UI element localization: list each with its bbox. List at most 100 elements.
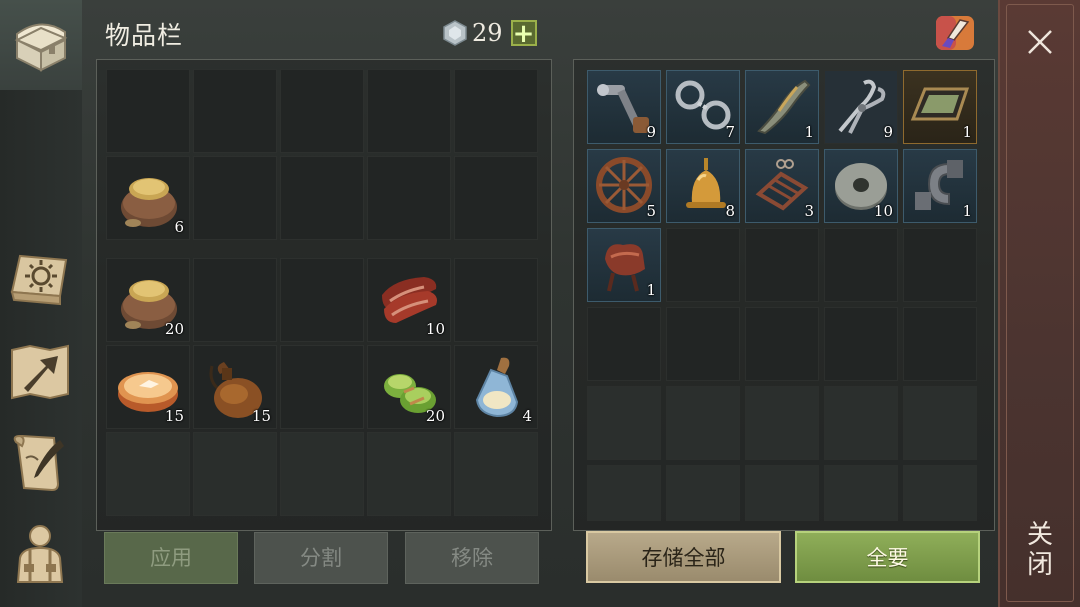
item-count: 9 [646,123,656,141]
storage-slot[interactable]: 1 [587,228,661,302]
close-icon[interactable] [1026,28,1054,56]
inventory-slot[interactable] [367,156,451,240]
inventory-slot[interactable] [106,69,190,153]
storage-slot[interactable]: 10 [824,149,898,223]
storage-slot[interactable]: 5 [587,149,661,223]
inventory-slot[interactable] [193,432,277,516]
inventory-slot[interactable]: 10 [367,258,451,342]
storage-slot[interactable] [745,465,819,521]
inventory-slot[interactable] [193,258,277,342]
nav-journal-tab[interactable] [6,428,74,496]
inventory-slot[interactable] [280,156,364,240]
storage-slot[interactable]: 3 [745,149,819,223]
close-panel[interactable]: 关闭 [998,0,1080,607]
inventory-slot[interactable]: 4 [454,345,538,429]
nav-character-tab[interactable] [6,520,74,588]
storage-panel: 9 7 1 9 1 5 8 3 10 1 1 [573,59,995,531]
storage-slot[interactable] [587,307,661,381]
split-button[interactable]: 分割 [254,532,388,584]
storage-slot[interactable] [587,386,661,460]
chest-icon [14,23,68,72]
inventory-slot[interactable] [280,345,364,429]
inventory-slot[interactable]: 15 [193,345,277,429]
map-arrow-icon [11,344,69,400]
item-count: 10 [425,320,445,338]
storage-slot[interactable] [903,307,977,381]
item-count: 1 [646,281,656,299]
storage-slot[interactable] [824,386,898,460]
item-count: 15 [164,407,184,425]
remove-button[interactable]: 移除 [405,532,539,584]
item-count: 6 [174,218,184,236]
storage-slot[interactable]: 8 [666,149,740,223]
storage-slot[interactable] [666,228,740,302]
storage-slot[interactable] [666,386,740,460]
inventory-slot[interactable] [193,156,277,240]
inventory-slot[interactable] [280,69,364,153]
quill-scroll-icon [13,434,64,492]
store-all-button[interactable]: 存储全部 [586,531,781,583]
inventory-slot[interactable] [280,432,364,516]
currency-value: 29 [472,19,503,47]
inventory-panel: 6 20 10 15 15 20 4 [96,59,552,531]
storage-slot[interactable] [666,307,740,381]
inventory-slot[interactable]: 20 [367,345,451,429]
storage-slot[interactable] [903,228,977,302]
inventory-slot[interactable] [193,69,277,153]
item-count: 10 [873,202,893,220]
potion-bottle-icon [475,357,519,418]
inventory-slot[interactable] [280,258,364,342]
storage-slot[interactable] [666,465,740,521]
item-count: 9 [883,123,893,141]
item-count: 3 [804,202,814,220]
storage-slot[interactable]: 1 [903,149,977,223]
inventory-slot[interactable] [454,69,538,153]
storage-slot[interactable] [824,465,898,521]
paint-brush-icon[interactable] [932,10,978,54]
storage-slot[interactable]: 9 [587,70,661,144]
nav-inventory-tab[interactable] [0,0,82,90]
item-count: 8 [725,202,735,220]
storage-slot[interactable] [903,465,977,521]
item-count: 1 [804,123,814,141]
item-count: 20 [164,320,184,338]
inventory-screen: 物品栏 29 + 6 20 10 15 15 20 4 9 7 1 9 1 5 … [0,0,1080,607]
sidebar [0,0,82,607]
inventory-slot[interactable] [106,432,190,516]
close-label[interactable]: 关闭 [1027,520,1055,580]
nav-skills-tab[interactable] [6,246,74,314]
item-count: 15 [251,407,271,425]
nav-map-tab[interactable] [6,338,74,406]
storage-slot[interactable]: 1 [903,70,977,144]
storage-slot[interactable] [745,228,819,302]
inventory-slot[interactable]: 20 [106,258,190,342]
storage-slot[interactable]: 1 [745,70,819,144]
storage-slot[interactable] [745,307,819,381]
storage-slot[interactable] [587,465,661,521]
character-icon [16,525,64,583]
grain-sack-icon [121,178,177,227]
add-currency-button[interactable]: + [510,20,537,47]
apply-button[interactable]: 应用 [104,532,238,584]
item-count: 7 [725,123,735,141]
sun-book-icon [10,254,68,306]
take-all-button[interactable]: 全要 [795,531,980,583]
storage-slot[interactable] [824,228,898,302]
inventory-slot[interactable] [454,156,538,240]
storage-slot[interactable]: 9 [824,70,898,144]
storage-slot[interactable] [824,307,898,381]
inventory-slot[interactable] [367,432,451,516]
inventory-slot[interactable] [367,69,451,153]
inventory-slot[interactable] [454,258,538,342]
item-count: 20 [425,407,445,425]
close-panel-frame [1006,4,1074,602]
storage-slot[interactable] [745,386,819,460]
storage-slot[interactable]: 7 [666,70,740,144]
item-count: 1 [962,123,972,141]
inventory-slot[interactable] [454,432,538,516]
inventory-slot[interactable]: 6 [106,156,190,240]
currency-display: 29 + [442,17,537,49]
storage-slot[interactable] [903,386,977,460]
inventory-slot[interactable]: 15 [106,345,190,429]
gem-icon [443,20,467,46]
